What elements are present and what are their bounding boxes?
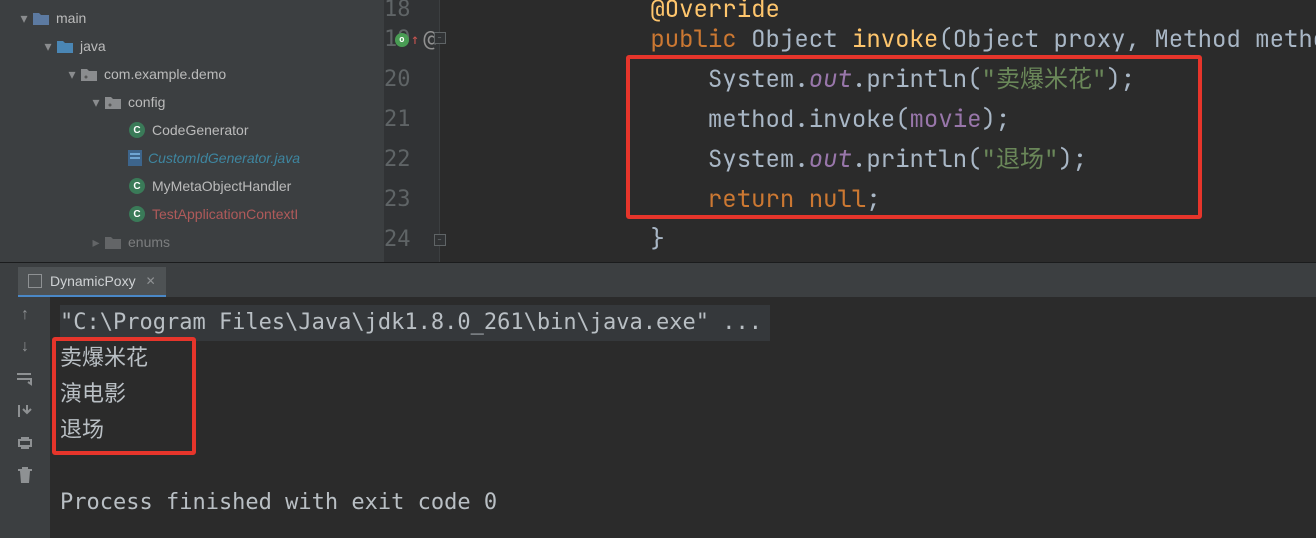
tree-label: CustomIdGenerator.java xyxy=(148,150,300,166)
editor-gutter: 18 19 o ↑ @ 20 21 22 23 24 xyxy=(384,0,440,262)
chevron-down-icon: ▾ xyxy=(88,94,104,111)
tree-item-package[interactable]: ▾ com.example.demo xyxy=(0,60,384,88)
up-arrow-icon[interactable]: ↑ xyxy=(411,20,419,60)
tree-label: main xyxy=(56,10,86,26)
class-icon: C xyxy=(128,178,146,194)
close-icon[interactable]: ✕ xyxy=(146,274,156,288)
tree-label: com.example.demo xyxy=(104,66,226,82)
chevron-right-icon: ▸ xyxy=(88,234,104,251)
code-area[interactable]: @Override public Object invoke(Object pr… xyxy=(440,0,1316,262)
folder-icon xyxy=(32,11,50,25)
soft-wrap-icon[interactable] xyxy=(13,367,37,391)
code-editor[interactable]: 18 19 o ↑ @ 20 21 22 23 24 @Override pub… xyxy=(384,0,1316,262)
tree-label: CodeGenerator xyxy=(152,122,249,138)
trash-icon[interactable] xyxy=(13,463,37,487)
tree-item-customid[interactable]: CustomIdGenerator.java xyxy=(0,144,384,172)
tree-label: enums xyxy=(128,234,170,250)
console-exit-line: Process finished with exit code 0 xyxy=(60,485,1306,521)
chevron-down-icon: ▾ xyxy=(16,10,32,27)
class-icon: C xyxy=(128,122,146,138)
tree-item-main[interactable]: ▾ main xyxy=(0,4,384,32)
line-number: 21 xyxy=(384,100,411,140)
tree-item-config[interactable]: ▾ config xyxy=(0,88,384,116)
stop-icon[interactable]: ↓ xyxy=(13,335,37,359)
line-number: 18 xyxy=(384,0,411,20)
fold-handle-icon[interactable]: − xyxy=(434,32,446,44)
tree-item-codegen[interactable]: C CodeGenerator xyxy=(0,116,384,144)
run-tab-label: DynamicPoxy xyxy=(50,273,136,289)
line-number: 24 xyxy=(384,220,411,260)
rerun-icon[interactable]: ↑ xyxy=(13,303,37,327)
override-gutter-icon[interactable]: o xyxy=(395,33,409,47)
java-file-icon xyxy=(128,150,142,166)
run-tab-bar: DynamicPoxy ✕ xyxy=(0,263,1316,297)
class-icon: C xyxy=(128,206,146,222)
console-line: 退场 xyxy=(60,413,1306,449)
project-tree[interactable]: ▾ main ▾ java ▾ com.example.demo ▾ c xyxy=(0,0,384,262)
console-output[interactable]: "C:\Program Files\Java\jdk1.8.0_261\bin\… xyxy=(50,297,1316,538)
package-icon xyxy=(104,235,122,249)
scroll-to-end-icon[interactable] xyxy=(13,399,37,423)
package-icon xyxy=(80,67,98,81)
run-tool-window: DynamicPoxy ✕ ↑ ↓ "C:\Program Files\Java… xyxy=(0,262,1316,538)
tree-item-enums[interactable]: ▸ enums xyxy=(0,228,384,256)
run-tab[interactable]: DynamicPoxy ✕ xyxy=(18,267,166,297)
console-command: "C:\Program Files\Java\jdk1.8.0_261\bin\… xyxy=(60,305,770,341)
line-number: 23 xyxy=(384,180,411,220)
tree-item-testapp[interactable]: C TestApplicationContextI xyxy=(0,200,384,228)
tree-label: config xyxy=(128,94,165,110)
fold-handle-icon[interactable]: − xyxy=(434,234,446,246)
console-line: 演电影 xyxy=(60,377,1306,413)
run-toolbar: ↑ ↓ xyxy=(0,297,50,538)
tree-item-java[interactable]: ▾ java xyxy=(0,32,384,60)
package-icon xyxy=(104,95,122,109)
line-number: 19 o ↑ @ xyxy=(384,20,411,60)
folder-icon xyxy=(56,39,74,53)
line-number: 22 xyxy=(384,140,411,180)
tree-label: java xyxy=(80,38,106,54)
tree-item-mymeta[interactable]: C MyMetaObjectHandler xyxy=(0,172,384,200)
chevron-down-icon: ▾ xyxy=(64,66,80,83)
chevron-down-icon: ▾ xyxy=(40,38,56,55)
tree-label: TestApplicationContextI xyxy=(152,206,298,222)
run-config-icon xyxy=(28,274,42,288)
tree-label: MyMetaObjectHandler xyxy=(152,178,291,194)
print-icon[interactable] xyxy=(13,431,37,455)
line-number: 20 xyxy=(384,60,411,100)
console-line: 卖爆米花 xyxy=(60,341,1306,377)
